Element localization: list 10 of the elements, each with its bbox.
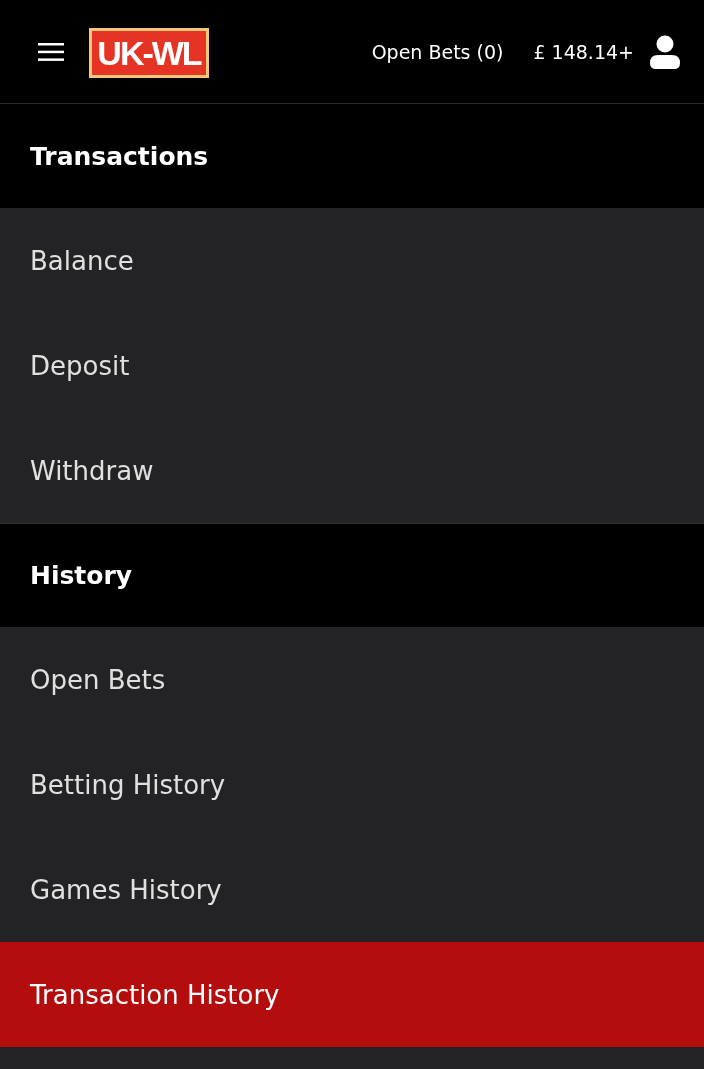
- menu-button[interactable]: [38, 41, 64, 62]
- balance-link[interactable]: £ 148.14+: [533, 40, 634, 63]
- user-button[interactable]: [650, 34, 680, 69]
- menu-icon: [38, 41, 64, 62]
- menu-item[interactable]: Transaction History: [0, 942, 704, 1047]
- open-bets-link[interactable]: Open Bets (0): [371, 40, 504, 63]
- user-icon: [650, 34, 680, 69]
- section-heading: History: [0, 523, 704, 627]
- section-heading: Transactions: [0, 104, 704, 208]
- logo[interactable]: UK-WL: [89, 27, 209, 78]
